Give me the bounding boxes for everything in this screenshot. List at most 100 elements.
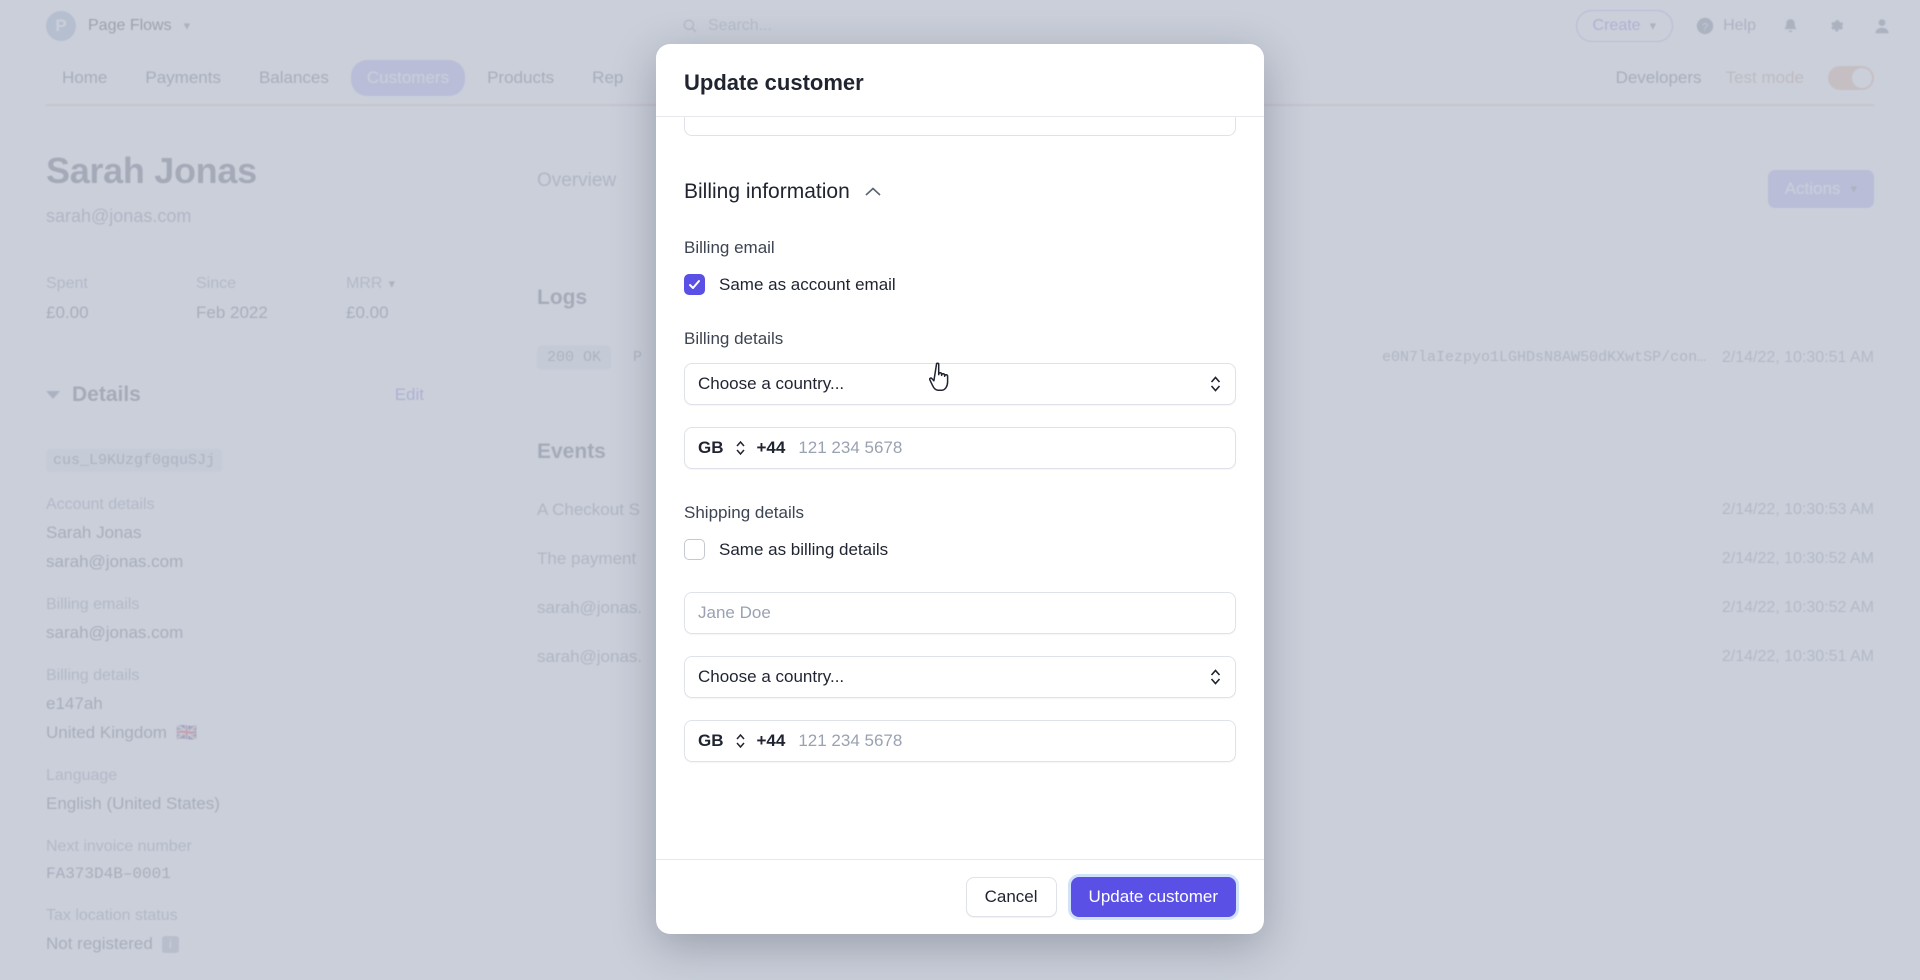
- nav-item-payments[interactable]: Payments: [129, 60, 237, 96]
- field-language: Language English (United States): [46, 767, 516, 814]
- customer-email: sarah@jonas.com: [46, 206, 192, 226]
- modal-footer: Cancel Update customer: [656, 859, 1264, 934]
- same-as-account-email-row[interactable]: Same as account email: [684, 274, 1236, 295]
- svg-text:?: ?: [1702, 21, 1708, 33]
- update-customer-button[interactable]: Update customer: [1070, 877, 1236, 917]
- shipping-country-value: Choose a country...: [698, 667, 845, 686]
- billing-email-label: Billing email: [684, 238, 775, 257]
- status-badge: 200 OK: [537, 345, 612, 370]
- field-value: FA373D4B–0001: [46, 865, 171, 883]
- customer-summary-panel: Sarah Jonas sarah@jonas.com Spent £0.00 …: [46, 150, 516, 954]
- caret-down-icon[interactable]: [46, 391, 60, 399]
- scrolled-input-partial[interactable]: [684, 117, 1236, 136]
- chevron-down-icon: ▾: [183, 18, 191, 33]
- brand-name: Page Flows: [88, 17, 172, 34]
- question-circle-icon: ?: [1696, 17, 1714, 35]
- log-timestamp: 2/14/22, 10:30:51 AM: [1721, 348, 1874, 366]
- billing-phone-dial-code: +44: [756, 438, 786, 457]
- field-value: English (United States): [46, 794, 220, 813]
- field-value: United Kingdom: [46, 723, 167, 742]
- shipping-name-input[interactable]: Jane Doe: [684, 592, 1236, 634]
- search-icon: [683, 19, 697, 33]
- nav-item-customers[interactable]: Customers: [350, 60, 466, 96]
- stat-label-row: MRR ▾: [346, 275, 496, 293]
- billing-phone-field[interactable]: GB +44 121 234 5678: [684, 427, 1236, 469]
- app-root: P Page Flows ▾ Search... Create ▾ ? Help…: [0, 0, 1920, 980]
- field-label: Account details: [46, 496, 155, 513]
- field-next-invoice-number: Next invoice number FA373D4B–0001: [46, 838, 516, 883]
- top-bar-actions: Create ▾ ? Help: [1575, 10, 1894, 42]
- chevron-up-icon: [865, 187, 881, 196]
- field-label: Billing emails: [46, 596, 140, 613]
- shipping-phone-country: GB: [698, 731, 724, 750]
- event-timestamp: 2/14/22, 10:30:52 AM: [1721, 550, 1874, 567]
- nav-item-reports[interactable]: Rep: [576, 60, 639, 96]
- chevron-down-icon: ▾: [388, 276, 395, 291]
- field-value-row: Not registered i: [46, 934, 516, 954]
- gear-icon: [1831, 20, 1844, 32]
- stepper-icon[interactable]: [735, 733, 746, 749]
- help-button[interactable]: ? Help: [1695, 16, 1756, 36]
- mouse-cursor-pointer: [928, 362, 949, 391]
- test-mode-toggle[interactable]: [1828, 66, 1874, 90]
- billing-details-label: Billing details: [684, 329, 784, 348]
- customer-id[interactable]: cus_L9KUzgf0gquSJj: [46, 449, 223, 472]
- notifications-button[interactable]: [1778, 14, 1802, 38]
- nav-item-home[interactable]: Home: [46, 60, 123, 96]
- nav-item-products[interactable]: Products: [471, 60, 570, 96]
- stat-value: Feb 2022: [196, 303, 268, 322]
- brand[interactable]: P Page Flows ▾: [46, 11, 190, 41]
- shipping-phone-dial-code: +44: [756, 731, 786, 750]
- billing-country-select[interactable]: Choose a country...: [684, 363, 1236, 405]
- stat-value: £0.00: [46, 303, 89, 322]
- stat-value: £0.00: [346, 303, 389, 322]
- test-mode-label: Test mode: [1725, 68, 1804, 87]
- settings-button[interactable]: [1824, 14, 1848, 38]
- details-title: Details: [72, 383, 141, 406]
- content-tabs: Overview: [537, 170, 616, 192]
- event-description: sarah@jonas.: [537, 647, 643, 666]
- nav-items: Home Payments Balances Customers Product…: [46, 60, 639, 96]
- stat-since: Since Feb 2022: [196, 275, 346, 323]
- event-timestamp: 2/14/22, 10:30:52 AM: [1721, 599, 1874, 616]
- info-icon[interactable]: i: [161, 935, 179, 953]
- billing-information-accordion[interactable]: Billing information: [684, 180, 1236, 204]
- field-value: Not registered: [46, 934, 153, 953]
- edit-details-link[interactable]: Edit: [395, 385, 516, 405]
- stepper-icon[interactable]: [735, 440, 746, 456]
- tab-overview[interactable]: Overview: [537, 170, 616, 192]
- cancel-button[interactable]: Cancel: [965, 877, 1057, 917]
- billing-information-title: Billing information: [684, 180, 850, 203]
- stat-mrr[interactable]: MRR ▾ £0.00: [346, 275, 496, 323]
- modal-header: Update customer: [656, 44, 1264, 117]
- same-as-account-email-checkbox[interactable]: [684, 274, 705, 295]
- check-icon: [689, 280, 700, 289]
- nav-item-balances[interactable]: Balances: [243, 60, 345, 96]
- field-tax-location-status: Tax location status Not registered i: [46, 907, 516, 954]
- billing-phone-placeholder: 121 234 5678: [798, 438, 903, 457]
- field-label: Next invoice number: [46, 838, 192, 855]
- uk-flag-icon: 🇬🇧: [175, 723, 198, 742]
- user-avatar-icon: [1875, 19, 1889, 34]
- chevron-down-icon: ▾: [1649, 18, 1657, 33]
- shipping-country-select[interactable]: Choose a country...: [684, 656, 1236, 698]
- brand-logo-icon: P: [46, 11, 76, 41]
- field-billing-emails: Billing emails sarah@jonas.com: [46, 596, 516, 643]
- developers-link[interactable]: Developers: [1616, 68, 1702, 88]
- event-description: A Checkout S: [537, 500, 641, 519]
- search-input[interactable]: Search...: [682, 11, 1204, 41]
- create-button[interactable]: Create ▾: [1575, 10, 1674, 42]
- nav-right: Developers Test mode: [1616, 66, 1874, 90]
- chevron-down-icon: ▾: [1850, 181, 1857, 196]
- shipping-phone-placeholder: 121 234 5678: [798, 731, 903, 750]
- field-value-row: United Kingdom 🇬🇧: [46, 723, 516, 743]
- field-value: e147ah: [46, 694, 103, 713]
- actions-button[interactable]: Actions ▾: [1767, 170, 1874, 208]
- same-as-billing-checkbox[interactable]: [684, 539, 705, 560]
- account-avatar-button[interactable]: [1870, 14, 1894, 38]
- field-value: Sarah Jonas: [46, 523, 142, 542]
- same-as-billing-row[interactable]: Same as billing details: [684, 539, 1236, 560]
- shipping-phone-field[interactable]: GB +44 121 234 5678: [684, 720, 1236, 762]
- customer-stats: Spent £0.00 Since Feb 2022 MRR ▾ £0.00: [46, 275, 516, 323]
- help-label: Help: [1723, 17, 1756, 34]
